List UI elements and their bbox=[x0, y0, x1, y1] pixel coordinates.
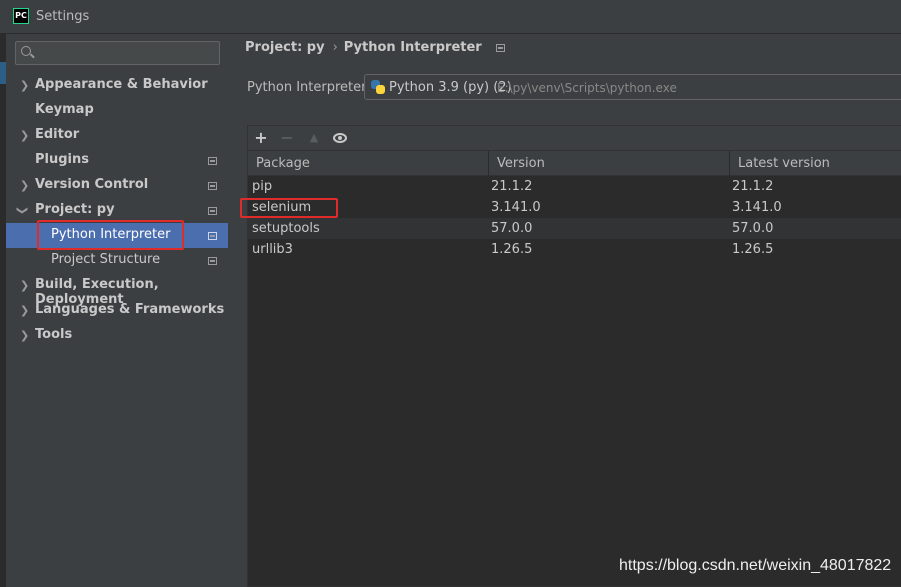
python-icon bbox=[371, 80, 385, 94]
sidebar-item-label: Project Structure bbox=[51, 252, 161, 267]
search-icon bbox=[21, 46, 31, 56]
package-latest-version: 1.26.5 bbox=[732, 242, 774, 257]
title-bar: PC Settings bbox=[0, 0, 901, 34]
package-version: 21.1.2 bbox=[491, 179, 533, 194]
table-row[interactable]: pip 21.1.2 21.1.2 bbox=[248, 176, 901, 197]
settings-search-input[interactable] bbox=[15, 41, 220, 65]
add-package-button[interactable]: + bbox=[251, 128, 271, 148]
breadcrumb-separator-icon: › bbox=[332, 40, 338, 55]
package-latest-version: 3.141.0 bbox=[732, 200, 782, 215]
package-name: setuptools bbox=[252, 221, 320, 236]
chevron-right-icon[interactable]: ❯ bbox=[20, 129, 29, 142]
sidebar-item-label: Editor bbox=[35, 127, 80, 142]
annotation-highlight-box bbox=[37, 220, 184, 250]
table-row[interactable]: urllib3 1.26.5 1.26.5 bbox=[248, 239, 901, 260]
packages-panel: + − ▲ Package Version Latest version pip… bbox=[247, 125, 901, 587]
interpreter-name: Python 3.9 (py) (2) bbox=[389, 80, 512, 95]
sidebar-item-version-control[interactable]: ❯ Version Control bbox=[6, 173, 228, 198]
sidebar-item-build-execution-deployment[interactable]: ❯ Build, Execution, Deployment bbox=[6, 273, 228, 307]
settings-sidebar: ❯ Appearance & Behavior Keymap ❯ Editor … bbox=[6, 34, 228, 587]
sidebar-item-tools[interactable]: ❯ Tools bbox=[6, 323, 228, 348]
package-name: urllib3 bbox=[252, 242, 293, 257]
chevron-right-icon[interactable]: ❯ bbox=[20, 304, 29, 317]
project-settings-icon bbox=[208, 207, 217, 215]
column-header-latest-version[interactable]: Latest version bbox=[730, 151, 901, 176]
package-latest-version: 57.0.0 bbox=[732, 221, 774, 236]
package-version: 3.141.0 bbox=[491, 200, 541, 215]
column-header-version[interactable]: Version bbox=[489, 151, 730, 176]
package-version: 1.26.5 bbox=[491, 242, 533, 257]
sidebar-item-label: Project: py bbox=[35, 202, 115, 217]
packages-toolbar: + − ▲ bbox=[248, 126, 901, 151]
annotation-highlight-box bbox=[240, 198, 338, 218]
sidebar-item-languages-frameworks[interactable]: ❯ Languages & Frameworks bbox=[6, 298, 228, 323]
upgrade-package-button[interactable]: ▲ bbox=[304, 128, 324, 148]
packages-table-header: Package Version Latest version bbox=[248, 151, 901, 176]
python-interpreter-select[interactable]: Python 3.9 (py) (2) E:\py\venv\Scripts\p… bbox=[364, 74, 901, 100]
sidebar-item-project-structure[interactable]: Project Structure bbox=[6, 248, 228, 273]
table-row[interactable]: setuptools 57.0.0 57.0.0 bbox=[248, 218, 901, 239]
sidebar-item-appearance-behavior[interactable]: ❯ Appearance & Behavior bbox=[6, 73, 228, 98]
packages-table-body: pip 21.1.2 21.1.2 selenium 3.141.0 3.141… bbox=[248, 176, 901, 260]
project-settings-icon bbox=[208, 157, 217, 165]
settings-content: Project: py › Python Interpreter Python In… bbox=[228, 34, 901, 587]
sidebar-item-label: Plugins bbox=[35, 152, 89, 167]
package-name: pip bbox=[252, 179, 273, 194]
python-interpreter-label: Python Interpreter: bbox=[247, 80, 371, 95]
project-settings-icon bbox=[208, 232, 217, 240]
breadcrumb: Project: py › Python Interpreter bbox=[245, 40, 511, 55]
package-version: 57.0.0 bbox=[491, 221, 533, 236]
sidebar-item-plugins[interactable]: Plugins bbox=[6, 148, 228, 173]
sidebar-item-label: Keymap bbox=[35, 102, 94, 117]
sidebar-item-label: Tools bbox=[35, 327, 73, 342]
sidebar-item-editor[interactable]: ❯ Editor bbox=[6, 123, 228, 148]
sidebar-item-keymap[interactable]: Keymap bbox=[6, 98, 228, 123]
chevron-right-icon[interactable]: ❯ bbox=[20, 179, 29, 192]
sidebar-item-label: Version Control bbox=[35, 177, 149, 192]
remove-package-button[interactable]: − bbox=[277, 128, 297, 148]
chevron-down-icon[interactable]: ❯ bbox=[16, 206, 29, 215]
chevron-right-icon[interactable]: ❯ bbox=[20, 279, 29, 292]
column-header-package[interactable]: Package bbox=[248, 151, 489, 176]
interpreter-path: E:\py\venv\Scripts\python.exe bbox=[497, 81, 677, 95]
table-row[interactable]: selenium 3.141.0 3.141.0 bbox=[248, 197, 901, 218]
watermark-text: https://blog.csdn.net/weixin_48017822 bbox=[619, 557, 892, 574]
project-settings-icon bbox=[208, 257, 217, 265]
chevron-right-icon[interactable]: ❯ bbox=[20, 329, 29, 342]
pycharm-icon: PC bbox=[13, 8, 29, 24]
window-title: Settings bbox=[36, 9, 90, 24]
project-settings-icon bbox=[208, 182, 217, 190]
package-latest-version: 21.1.2 bbox=[732, 179, 774, 194]
sidebar-item-label: Appearance & Behavior bbox=[35, 77, 208, 92]
breadcrumb-parent[interactable]: Project: py bbox=[245, 40, 325, 55]
breadcrumb-current: Python Interpreter bbox=[343, 40, 482, 55]
show-early-releases-eye-icon[interactable] bbox=[333, 133, 347, 143]
chevron-right-icon[interactable]: ❯ bbox=[20, 79, 29, 92]
sidebar-item-label: Languages & Frameworks bbox=[35, 302, 225, 317]
project-settings-icon bbox=[495, 43, 505, 52]
